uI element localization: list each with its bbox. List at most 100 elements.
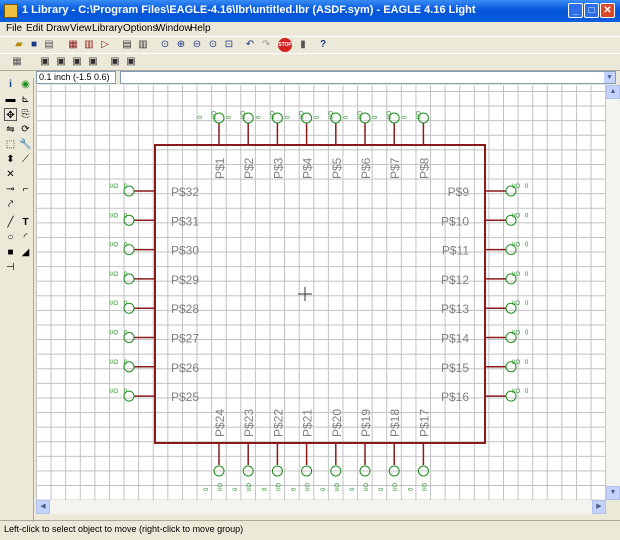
schematic-icon[interactable]: ▷ bbox=[98, 38, 112, 52]
pin-name-label: P$13 bbox=[441, 302, 469, 316]
zoom-fit-icon[interactable]: ⊙ bbox=[158, 38, 172, 52]
pin-connection-point bbox=[388, 465, 400, 477]
show-icon[interactable]: ◉ bbox=[19, 78, 32, 91]
width-icon[interactable]: ▣ bbox=[86, 55, 100, 69]
move-icon[interactable]: ✥ bbox=[4, 108, 17, 121]
pin-swap-label: 0 bbox=[408, 487, 414, 491]
attribute-icon[interactable]: ⊣ bbox=[4, 261, 17, 274]
pin-direction-label: I/O bbox=[512, 213, 520, 219]
scroll-down-icon[interactable]: ▼ bbox=[606, 486, 620, 500]
radius-icon[interactable]: ▣ bbox=[124, 55, 138, 69]
help-icon[interactable]: ? bbox=[316, 38, 330, 52]
close-button[interactable]: ✕ bbox=[600, 3, 615, 18]
pin-name-label: P$25 bbox=[171, 390, 199, 404]
zoom-out-icon[interactable]: ⊖ bbox=[190, 38, 204, 52]
pin-name-label: P$16 bbox=[441, 390, 469, 404]
board-icon[interactable]: ▥ bbox=[82, 38, 96, 52]
minimize-button[interactable]: _ bbox=[568, 3, 583, 18]
miter-tool-icon[interactable]: ⌐ bbox=[19, 183, 32, 196]
main-toolbar: ▰ ■ ▤ ▦ ▥ ▷ ▤ ▥ ⊙ ⊕ ⊖ ⊙ ⊡ ↶ ↷ STOP ▮ ? bbox=[0, 36, 620, 54]
script-icon[interactable]: ▤ bbox=[120, 38, 134, 52]
group-icon[interactable]: ⬚ bbox=[4, 138, 17, 151]
menu-edit[interactable]: Edit bbox=[26, 23, 43, 34]
undo-icon[interactable]: ↶ bbox=[243, 38, 257, 52]
pin-name-label: P$8 bbox=[417, 157, 431, 179]
delete-icon[interactable]: ✕ bbox=[4, 168, 17, 181]
cam-icon[interactable]: ▦ bbox=[66, 38, 80, 52]
pin-name-label: P$26 bbox=[171, 361, 199, 375]
scroll-right-icon[interactable]: ▶ bbox=[592, 500, 606, 514]
menu-options[interactable]: Options bbox=[123, 23, 157, 34]
drawing-canvas[interactable]: I/O 0 P$1 I/O 0 P$2 I/O 0 P$3 I/O 0 P$4 I/O 0 P$5 I/O 0 P… bbox=[36, 85, 606, 500]
wire-icon[interactable]: ╱ bbox=[4, 216, 17, 229]
text-icon[interactable]: T bbox=[19, 216, 32, 229]
menu-library[interactable]: Library bbox=[92, 23, 123, 34]
pin-swap-label: 0 bbox=[124, 184, 128, 190]
horizontal-scrollbar[interactable]: ◀ ▶ bbox=[36, 500, 606, 514]
pin-direction-label: I/O bbox=[512, 184, 520, 190]
grid-icon[interactable]: ▦ bbox=[10, 55, 24, 69]
pin-swap-label: 0 bbox=[233, 487, 239, 491]
open-icon[interactable]: ▰ bbox=[12, 38, 26, 52]
pin-direction-label: I/O bbox=[110, 389, 118, 395]
zoom-in-icon[interactable]: ⊕ bbox=[174, 38, 188, 52]
display-icon[interactable]: ▬ bbox=[4, 93, 17, 106]
rotate-icon[interactable]: ⟳ bbox=[19, 123, 32, 136]
pin-name-label: P$12 bbox=[441, 273, 469, 287]
zoom-select-icon[interactable]: ⊡ bbox=[222, 38, 236, 52]
layer-icon[interactable]: ▣ bbox=[38, 55, 52, 69]
window-title: 1 Library - C:\Program Files\EAGLE-4.16\… bbox=[22, 4, 476, 16]
bend-style-icon[interactable]: ▣ bbox=[70, 55, 84, 69]
go-icon[interactable]: ▮ bbox=[296, 38, 310, 52]
circle-icon[interactable]: ○ bbox=[4, 231, 17, 244]
vertical-scrollbar[interactable]: ▲ ▼ bbox=[606, 85, 620, 500]
pin-name-label: P$11 bbox=[442, 244, 469, 258]
maximize-button[interactable]: □ bbox=[584, 3, 599, 18]
pin-swap-label: 0 bbox=[286, 115, 292, 119]
optimize-icon[interactable]: ⤤ bbox=[4, 198, 17, 211]
pin-name-label: P$30 bbox=[171, 244, 199, 258]
print-icon[interactable]: ▤ bbox=[42, 38, 56, 52]
scroll-left-icon[interactable]: ◀ bbox=[36, 500, 50, 514]
polygon-icon[interactable]: ◢ bbox=[19, 246, 32, 259]
save-icon[interactable]: ■ bbox=[27, 38, 41, 52]
mark-icon[interactable]: ⊾ bbox=[19, 93, 32, 106]
menu-help[interactable]: Help bbox=[190, 23, 211, 34]
pin-swap-label: 0 bbox=[350, 487, 356, 491]
pin-direction-label: I/O bbox=[512, 272, 520, 278]
pin-name-label: P$9 bbox=[448, 185, 470, 199]
status-text: Left-click to select object to move (rig… bbox=[4, 524, 244, 534]
menu-file[interactable]: File bbox=[6, 23, 22, 34]
pin-swap-label: 0 bbox=[525, 301, 529, 307]
command-line-input[interactable]: ▼ bbox=[120, 71, 616, 84]
pin-direction-label: I/O bbox=[110, 184, 118, 190]
stop-icon[interactable]: STOP bbox=[278, 38, 292, 52]
copy-icon[interactable]: ⎘ bbox=[19, 108, 32, 121]
wire-style-icon[interactable]: ▣ bbox=[54, 55, 68, 69]
zoom-redraw-icon[interactable]: ⊙ bbox=[206, 38, 220, 52]
pin-name-label: P$24 bbox=[213, 409, 227, 437]
pin-name-label: P$10 bbox=[441, 214, 469, 228]
menu-window[interactable]: Window bbox=[156, 23, 192, 34]
menu-draw[interactable]: Draw bbox=[46, 23, 69, 34]
pin-direction-label: I/O bbox=[335, 483, 341, 491]
pin-connection-point bbox=[359, 465, 371, 477]
miter-icon[interactable]: ▣ bbox=[108, 55, 122, 69]
pin-swap-label: 0 bbox=[344, 115, 350, 119]
rect-icon[interactable]: ■ bbox=[4, 246, 17, 259]
arc-icon[interactable]: ◜ bbox=[19, 231, 32, 244]
pin-name-label: P$23 bbox=[242, 409, 256, 437]
redo-icon[interactable]: ↷ bbox=[259, 38, 273, 52]
info-icon[interactable]: i bbox=[4, 78, 17, 91]
pin-direction-label: I/O bbox=[276, 483, 282, 491]
change-icon[interactable]: 🔧 bbox=[19, 138, 32, 151]
pin-connection-point bbox=[330, 465, 342, 477]
paste-icon[interactable]: ⬍ bbox=[4, 153, 17, 166]
chevron-down-icon[interactable]: ▼ bbox=[604, 72, 615, 83]
pin-icon[interactable]: ⊸ bbox=[4, 183, 17, 196]
split-icon[interactable]: ⟋ bbox=[19, 153, 32, 166]
scroll-up-icon[interactable]: ▲ bbox=[606, 85, 620, 99]
menu-view[interactable]: View bbox=[70, 23, 92, 34]
mirror-icon[interactable]: ⇋ bbox=[4, 123, 17, 136]
run-ulp-icon[interactable]: ▥ bbox=[136, 38, 150, 52]
